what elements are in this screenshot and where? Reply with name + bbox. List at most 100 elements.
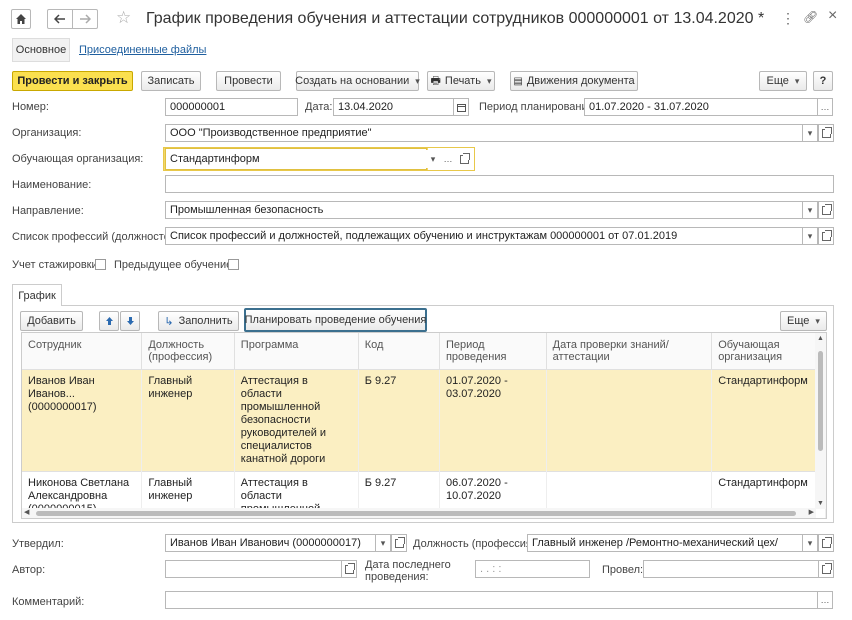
open-icon [394, 536, 405, 548]
author-open-button[interactable] [341, 560, 357, 578]
name-field[interactable] [165, 175, 834, 193]
cell-check-date [546, 369, 713, 472]
back-button[interactable] [47, 9, 73, 29]
post-label: Провести [224, 75, 273, 87]
create-based-on-label: Создать на основании [295, 75, 410, 87]
approved-field[interactable]: Иванов Иван Иванович (0000000017) [165, 534, 377, 552]
number-field[interactable]: 000000001 [165, 98, 298, 116]
document-movements-button[interactable]: ▤ Движения документа [510, 71, 638, 91]
internship-checkbox[interactable] [95, 259, 106, 270]
horizontal-scroll-thumb[interactable] [36, 511, 796, 516]
scroll-right-icon[interactable]: ▶ [809, 508, 814, 516]
table-header-row: Сотрудник Должность (профессия) Программ… [22, 333, 826, 370]
comment-expand-button[interactable]: … [817, 591, 833, 609]
home-button[interactable] [11, 9, 31, 29]
training-org-label: Обучающая организация: [12, 153, 144, 165]
position-dropdown-button[interactable]: ▾ [802, 534, 818, 552]
add-label: Добавить [27, 315, 76, 327]
print-label: Печать [444, 75, 481, 87]
column-header[interactable]: Дата проверки знаний/аттестации [546, 333, 713, 370]
schedule-more-label: Еще [787, 315, 810, 327]
tab-attached-files[interactable]: Присоединенные файлы [79, 44, 206, 56]
internship-label: Учет стажировки: [12, 259, 101, 271]
arrow-left-icon [54, 14, 65, 24]
author-field[interactable] [165, 560, 343, 578]
approved-label: Утвердил: [12, 538, 64, 550]
open-icon [821, 536, 832, 548]
period-select-button[interactable]: … [817, 98, 833, 116]
horizontal-scrollbar[interactable]: ◀ ▶ [22, 508, 816, 518]
save-button[interactable]: Записать [141, 71, 201, 91]
direction-open-button[interactable] [818, 201, 834, 219]
column-header[interactable]: Сотрудник [22, 333, 143, 370]
scroll-down-icon[interactable]: ▼ [815, 500, 826, 507]
organization-field[interactable]: ООО "Производственное предприятие" [165, 124, 804, 142]
period-field[interactable]: 01.07.2020 - 31.07.2020 [584, 98, 819, 116]
fill-icon: ↳ [164, 315, 174, 328]
print-button[interactable]: 🖶︎ Печать [427, 71, 495, 91]
comment-field[interactable] [165, 591, 819, 609]
star-icon[interactable]: ☆ [116, 8, 131, 28]
professions-label: Список профессий (должностей): [12, 231, 183, 243]
position-field[interactable]: Главный инженер /Ремонтно-механический ц… [527, 534, 804, 552]
last-date-label-1: Дата последнего [365, 559, 451, 571]
kebab-icon[interactable]: ⋮ [781, 10, 795, 27]
professions-open-button[interactable] [818, 227, 834, 245]
help-button[interactable]: ? [813, 71, 833, 91]
forward-button[interactable] [72, 9, 98, 29]
calendar-button[interactable] [453, 98, 469, 116]
fill-button[interactable]: ↳ Заполнить [158, 311, 239, 331]
column-header[interactable]: Программа [234, 333, 359, 370]
vertical-scroll-thumb[interactable] [818, 351, 823, 451]
approved-dropdown-button[interactable]: ▾ [375, 534, 391, 552]
tab-schedule[interactable]: График [12, 284, 62, 306]
training-org-focus-frame [163, 147, 475, 171]
tab-main-label: Основное [15, 44, 67, 56]
approved-open-button[interactable] [391, 534, 407, 552]
movements-icon: ▤ [513, 75, 523, 87]
column-header[interactable]: Код [358, 333, 440, 370]
schedule-table: Сотрудник Должность (профессия) Программ… [22, 333, 826, 518]
prev-training-checkbox[interactable] [228, 259, 239, 270]
vertical-scrollbar[interactable]: ▲ ▼ [815, 333, 826, 509]
scroll-left-icon[interactable]: ◀ [24, 508, 29, 516]
prev-training-label: Предыдущее обучение: [114, 259, 236, 271]
create-based-on-button[interactable]: Создать на основании [295, 71, 419, 91]
position-open-button[interactable] [818, 534, 834, 552]
author-label: Автор: [12, 564, 46, 576]
move-down-button[interactable] [120, 311, 140, 331]
direction-dropdown-button[interactable]: ▾ [802, 201, 818, 219]
arrow-up-icon [105, 317, 113, 325]
cell-period: 01.07.2020 - 03.07.2020 [439, 369, 547, 472]
conducted-label: Провел: [602, 564, 644, 576]
date-field[interactable]: 13.04.2020 [333, 98, 456, 116]
schedule-more-button[interactable]: Еще [780, 311, 827, 331]
table-row[interactable]: Иванов Иван Иванов... (0000000017) Главн… [22, 369, 826, 472]
post-button[interactable]: Провести [216, 71, 281, 91]
more-label: Еще [766, 75, 789, 87]
conducted-field[interactable] [643, 560, 820, 578]
cell-employee: Иванов Иван Иванов... (0000000017) [22, 369, 143, 472]
close-icon[interactable]: × [828, 7, 837, 25]
direction-field[interactable]: Промышленная безопасность [165, 201, 804, 219]
conducted-open-button[interactable] [818, 560, 834, 578]
column-header[interactable]: Должность (профессия) [141, 333, 235, 370]
more-button[interactable]: Еще [759, 71, 807, 91]
column-header[interactable]: Обучающая организация [711, 333, 826, 370]
link-icon[interactable]: 🔗︎ [803, 10, 818, 24]
organization-open-button[interactable] [818, 124, 834, 142]
column-header[interactable]: Период проведения [439, 333, 547, 370]
plan-training-button[interactable]: Планировать проведение обучения [244, 308, 427, 332]
cell-training-org: Стандартинформ [711, 369, 826, 472]
window-title: График проведения обучения и аттестации … [146, 10, 765, 27]
organization-dropdown-button[interactable]: ▾ [802, 124, 818, 142]
move-up-button[interactable] [99, 311, 119, 331]
scroll-up-icon[interactable]: ▲ [815, 335, 826, 342]
cell-position: Главный инженер [141, 369, 235, 472]
professions-field[interactable]: Список профессий и должностей, подлежащи… [165, 227, 804, 245]
post-and-close-button[interactable]: Провести и закрыть [12, 71, 133, 91]
tab-main[interactable]: Основное [12, 38, 70, 62]
add-button[interactable]: Добавить [20, 311, 83, 331]
cell-program: Аттестация в области промышленной безопа… [234, 369, 359, 472]
professions-dropdown-button[interactable]: ▾ [802, 227, 818, 245]
